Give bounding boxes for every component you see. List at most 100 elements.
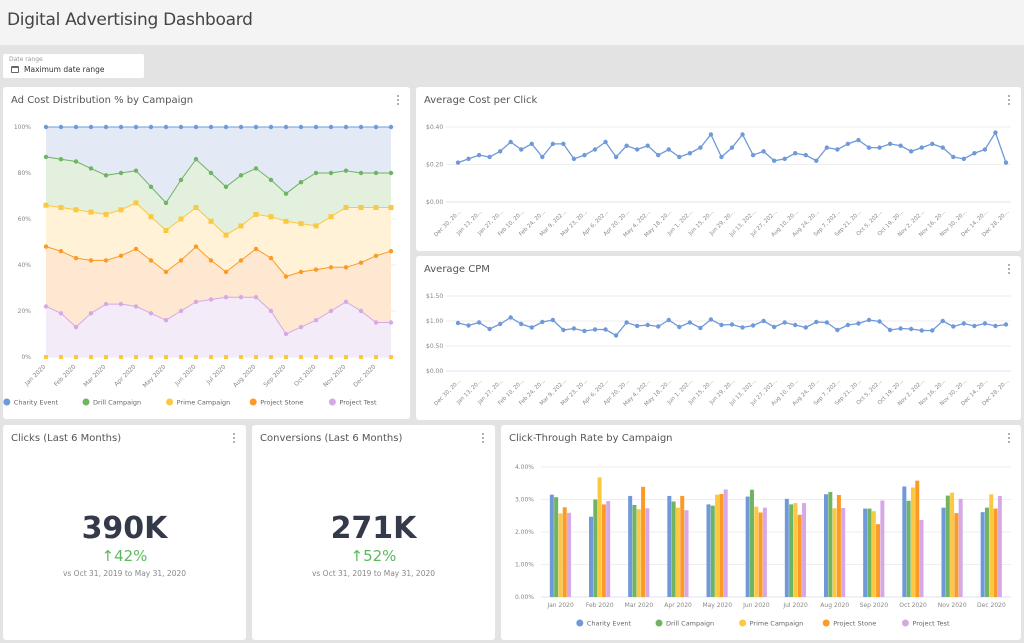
y-tick-label: $0.50 (426, 343, 443, 350)
bar-stone (797, 514, 802, 597)
bar-charity (706, 504, 711, 597)
card-title: Clicks (Last 6 Months) (11, 433, 122, 444)
data-point (908, 149, 914, 154)
legend-marker-test (901, 619, 909, 627)
data-point (740, 132, 745, 137)
data-point (866, 317, 872, 323)
bar-charity (589, 516, 593, 597)
bar-stone (719, 493, 724, 597)
y-tick-label: 20% (18, 308, 32, 315)
data-point (624, 143, 629, 148)
legend-marker-test (328, 398, 336, 406)
data-point (856, 321, 861, 326)
data-point (178, 308, 184, 314)
bar-stone (601, 504, 606, 597)
data-point (208, 218, 214, 224)
bar-test (762, 507, 767, 597)
data-point (268, 214, 274, 220)
data-point (343, 124, 349, 130)
page-title: Digital Advertising Dashboard (7, 10, 253, 30)
kpi-comparison: vs Oct 31, 2019 to May 31, 2020 (311, 569, 436, 578)
ctr-bar-chart: 0.00% 1.00% 2.00% 3.00% 4.00% Jan 2020 Feb 202… (515, 464, 1011, 628)
data-point (582, 328, 587, 334)
x-tick-label: Feb 2020 (586, 602, 614, 609)
data-point (908, 326, 914, 332)
data-point (951, 324, 956, 329)
data-point (148, 258, 154, 263)
data-point (930, 141, 935, 147)
legend-marker-charity (576, 619, 584, 627)
data-point (343, 265, 349, 270)
data-point (887, 141, 893, 147)
bar-charity (863, 508, 868, 597)
bar-drill (632, 505, 637, 597)
data-point (1003, 160, 1009, 165)
data-point-zero (359, 355, 363, 359)
bar-charity (549, 494, 554, 597)
data-point (373, 253, 379, 258)
data-point-zero (314, 355, 318, 359)
y-tick-label: 2.00% (515, 529, 534, 536)
data-point (750, 152, 756, 158)
data-point (887, 327, 893, 333)
bar-stone (562, 507, 567, 597)
data-point (58, 249, 64, 254)
bar-prime (910, 487, 915, 597)
x-tick-label: May 2020 (142, 363, 168, 389)
data-point-zero (224, 355, 228, 359)
data-point (698, 145, 703, 150)
data-point (550, 141, 556, 147)
bar-drill (828, 492, 833, 597)
data-point (771, 158, 777, 163)
calendar-icon (11, 66, 19, 73)
data-point-zero (344, 355, 348, 359)
y-tick-label: $1.50 (426, 293, 443, 300)
bar-stone (680, 495, 685, 597)
data-point (455, 320, 461, 326)
data-point-zero (179, 355, 183, 359)
bar-prime (832, 508, 837, 597)
data-point (961, 321, 967, 326)
more-options-icon[interactable] (481, 433, 485, 445)
data-point (283, 218, 289, 224)
data-point (313, 318, 319, 323)
data-point (253, 246, 259, 252)
data-point (508, 139, 513, 145)
data-point (133, 168, 139, 173)
data-point (73, 207, 79, 213)
bar-test (802, 503, 807, 597)
data-point (133, 246, 139, 252)
data-point (43, 124, 49, 130)
data-point (856, 137, 861, 143)
legend-label-test: Project Test (339, 399, 377, 407)
data-point (466, 323, 471, 328)
more-options-icon[interactable] (232, 433, 236, 445)
data-point (358, 260, 364, 265)
bar-prime (597, 477, 602, 597)
data-point (666, 317, 671, 323)
y-tick-label: 4.00% (515, 464, 534, 471)
data-point (58, 205, 64, 210)
y-tick-label: 100% (14, 124, 31, 131)
data-point (592, 327, 598, 332)
data-point (58, 311, 64, 316)
legend-label-prime: Prime Campaign (750, 620, 804, 628)
data-point (283, 191, 289, 196)
y-tick-label: 1.00% (515, 562, 534, 569)
data-point (118, 207, 124, 213)
legend-marker-drill (82, 398, 90, 406)
date-range-filter[interactable]: Date range Maximum date range (3, 54, 144, 78)
data-point (951, 154, 956, 160)
y-tick-label: 80% (18, 170, 32, 177)
data-point (343, 205, 349, 210)
data-point (571, 156, 577, 162)
data-point (223, 269, 229, 275)
data-point (313, 124, 319, 130)
data-point (253, 124, 259, 130)
dashboard-header: Digital Advertising Dashboard (0, 0, 1024, 45)
x-tick-label: Dec 2020 (352, 363, 377, 388)
data-point-zero (134, 355, 138, 359)
bar-drill (906, 500, 911, 597)
data-point (487, 154, 492, 160)
data-point (88, 209, 94, 215)
